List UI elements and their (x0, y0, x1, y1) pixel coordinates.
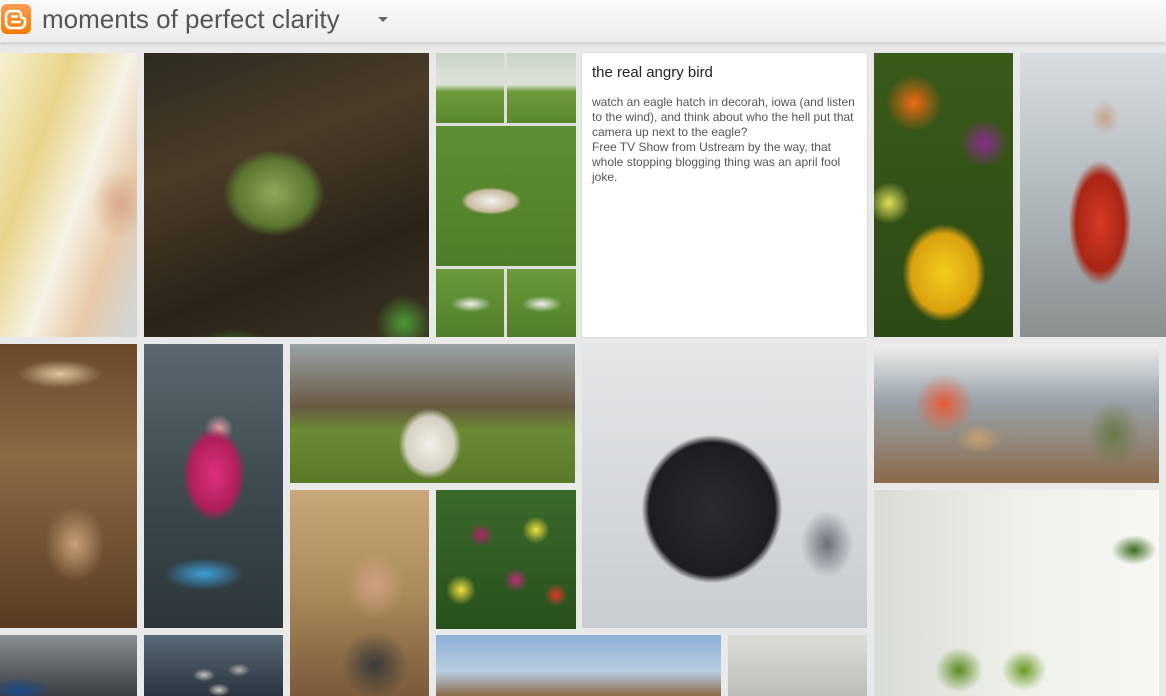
photo-tile[interactable] (144, 53, 429, 337)
photo-tile[interactable] (144, 344, 283, 628)
photo-tile[interactable] (0, 344, 137, 628)
photo-tile[interactable] (0, 53, 137, 337)
photo-tile[interactable] (144, 635, 283, 696)
photo-tile[interactable] (1020, 53, 1166, 337)
photo-tile[interactable] (874, 344, 1159, 483)
post-excerpt-line: Free TV Show from Ustream by the way, th… (592, 140, 841, 184)
photo-tile[interactable] (728, 635, 867, 696)
blog-title[interactable]: moments of perfect clarity (42, 4, 340, 35)
photo-tile[interactable] (0, 635, 137, 696)
blogger-logo-icon[interactable] (1, 4, 31, 34)
post-card[interactable]: the real angry bird watch an eagle hatch… (582, 53, 867, 337)
photo-tile[interactable] (290, 490, 429, 696)
post-title[interactable]: the real angry bird (592, 64, 713, 81)
photo-tile[interactable] (582, 344, 867, 628)
photo-tile[interactable] (436, 635, 721, 696)
post-excerpt: watch an eagle hatch in decorah, iowa (a… (592, 95, 860, 185)
photo-collage[interactable] (436, 53, 576, 337)
photo-tile[interactable] (290, 344, 575, 483)
post-excerpt-line: watch an eagle hatch in decorah, iowa (a… (592, 95, 855, 139)
photo-tile[interactable] (874, 53, 1013, 337)
caret-down-icon[interactable] (378, 17, 388, 22)
photo-tile[interactable] (436, 490, 576, 629)
blog-header: moments of perfect clarity (0, 0, 1166, 43)
photo-tile[interactable] (874, 490, 1159, 696)
